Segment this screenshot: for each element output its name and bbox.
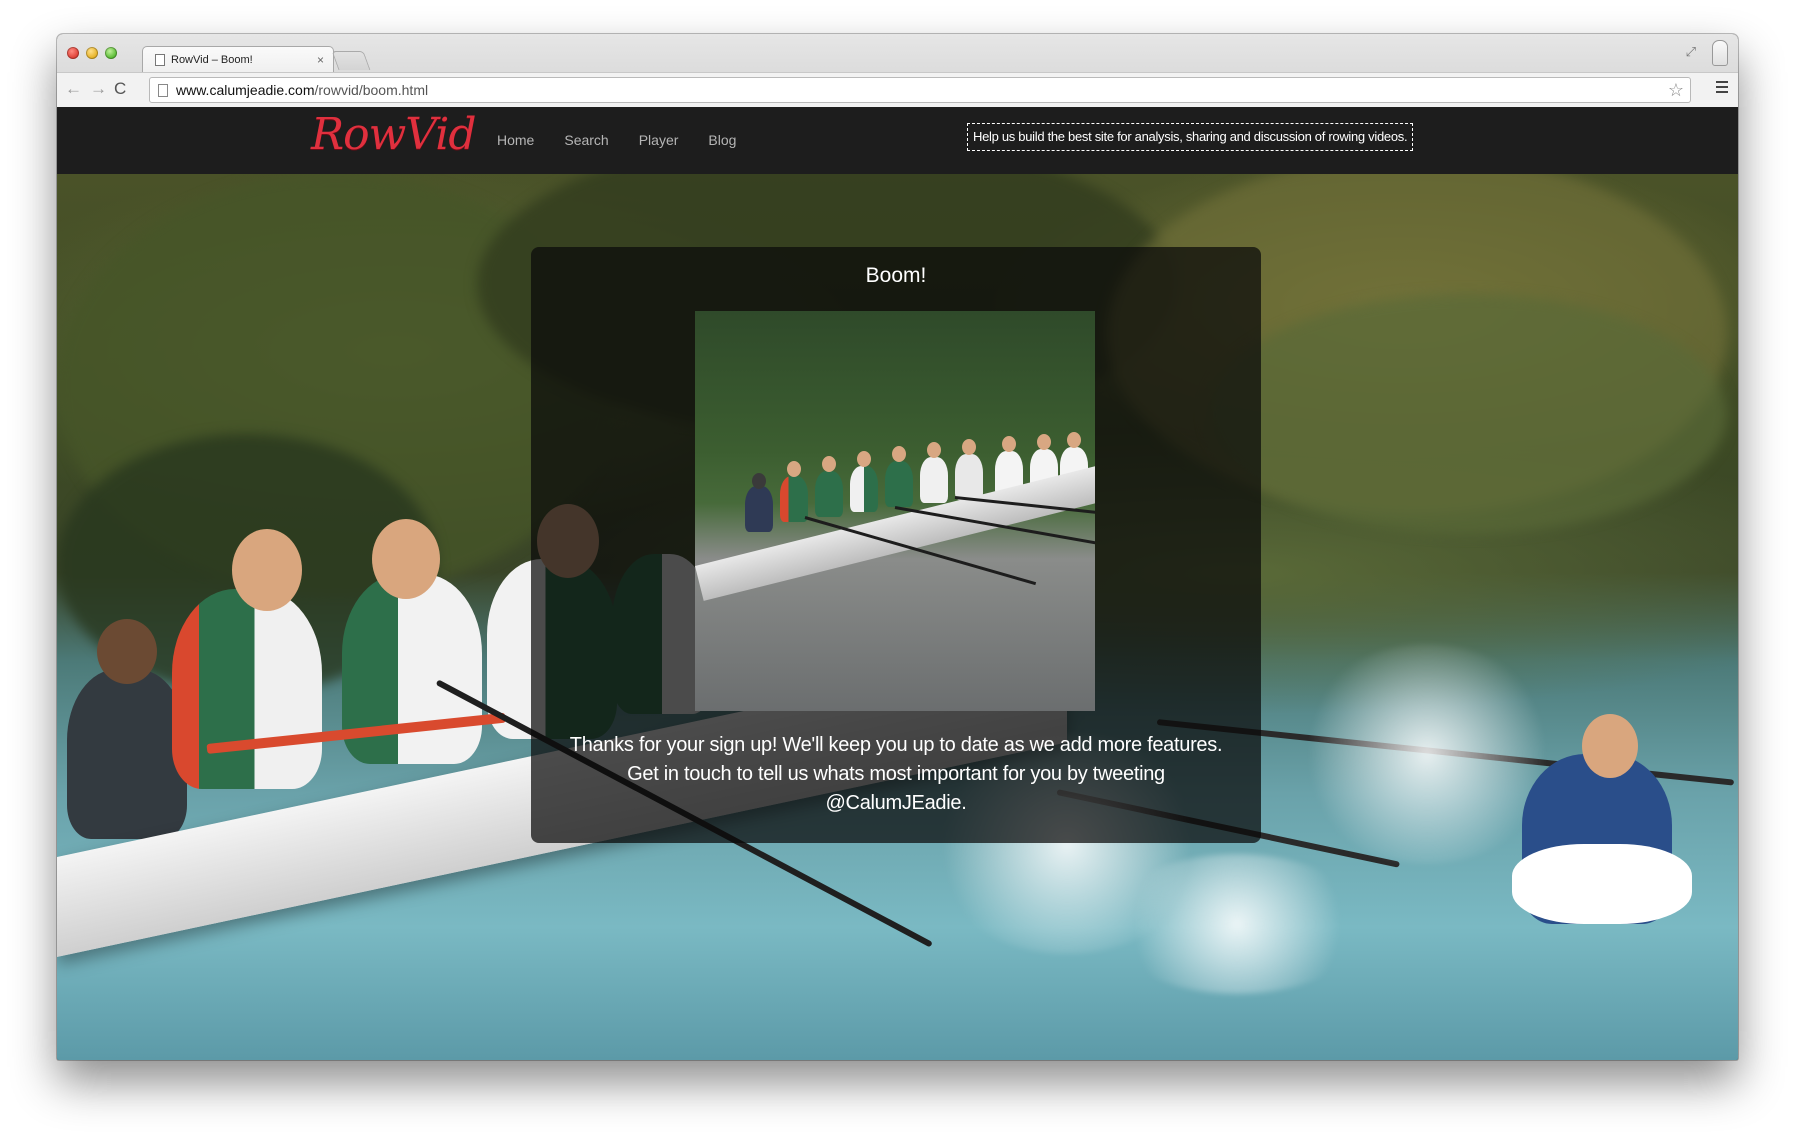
modal-title: Boom! [865,264,927,287]
window-controls [67,47,117,59]
site-logo[interactable]: RowVid [311,109,477,160]
close-tab-icon[interactable]: × [317,53,324,67]
browser-chrome: RowVid – Boom! × ⤢ ← → C www.calumjeadie… [57,34,1738,108]
page-icon [155,54,165,66]
signup-confirmation-modal: Boom! Thanks for your sign up! We'll kee… [531,247,1261,843]
site-navbar: RowVid Home Search Player Blog Help us b… [57,107,1738,174]
browser-toolbar: ← → C www.calumjeadie.com/rowvid/boom.ht… [57,72,1738,107]
forward-arrow-icon[interactable]: → [90,79,107,99]
page-icon [158,83,168,97]
nav-player-link[interactable]: Player [639,132,679,148]
promo-banner: Help us build the best site for analysis… [967,123,1414,151]
url-path: /rowvid/boom.html [314,82,429,98]
menu-icon[interactable] [1716,81,1728,96]
opposing-crew [1492,694,1712,964]
nav-search-link[interactable]: Search [564,132,608,148]
url-host: www.calumjeadie.com [176,82,315,98]
reload-icon[interactable]: C [114,79,126,99]
address-bar[interactable]: www.calumjeadie.com/rowvid/boom.html ☆ [149,77,1691,103]
profile-icon[interactable] [1712,40,1728,66]
bookmark-star-icon[interactable]: ☆ [1668,80,1684,101]
tab-title: RowVid – Boom! [171,54,253,66]
close-window-button[interactable] [67,47,79,59]
modal-message: Thanks for your sign up! We'll keep you … [569,734,1223,814]
nav-blog-link[interactable]: Blog [708,132,736,148]
browser-tab[interactable]: RowVid – Boom! × [142,46,334,73]
page-content: RowVid Home Search Player Blog Help us b… [57,107,1738,1060]
nav-home-link[interactable]: Home [497,132,534,148]
browser-window: RowVid – Boom! × ⤢ ← → C www.calumjeadie… [57,34,1738,1060]
celebration-photo [695,311,1095,711]
main-nav: Home Search Player Blog [497,132,766,148]
fullscreen-icon[interactable]: ⤢ [1686,44,1696,60]
back-arrow-icon[interactable]: ← [65,79,82,99]
zoom-window-button[interactable] [105,47,117,59]
new-tab-button[interactable] [331,51,371,70]
minimize-window-button[interactable] [86,47,98,59]
